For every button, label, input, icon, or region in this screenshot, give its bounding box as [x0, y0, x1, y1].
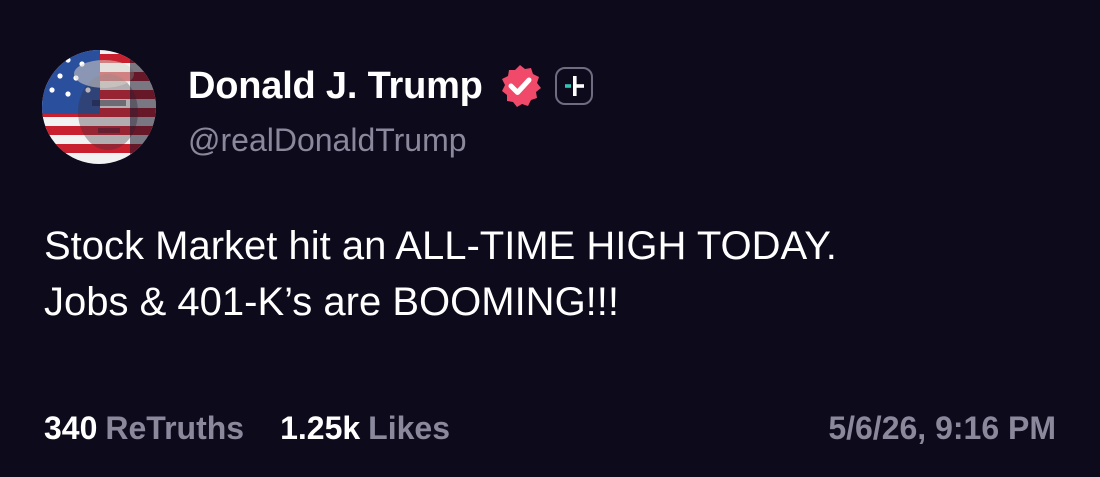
name-row: Donald J. Trump	[188, 60, 788, 112]
likes-stat[interactable]: 1.25k Likes	[280, 410, 450, 447]
post-body: Stock Market hit an ALL-TIME HIGH TODAY.…	[44, 218, 1054, 330]
user-handle[interactable]: @realDonaldTrump	[188, 122, 788, 159]
retruths-stat[interactable]: 340 ReTruths	[44, 410, 244, 447]
verified-badge-icon	[497, 63, 543, 109]
likes-label: Likes	[368, 409, 450, 446]
avatar[interactable]	[42, 50, 156, 164]
plus-badge-icon[interactable]	[554, 67, 593, 105]
likes-count: 1.25k	[280, 409, 361, 446]
post-text-line: Stock Market hit an ALL-TIME HIGH TODAY.	[44, 224, 837, 268]
retruths-count: 340	[44, 409, 98, 446]
retruths-label: ReTruths	[105, 409, 245, 446]
display-name[interactable]: Donald J. Trump	[188, 65, 483, 108]
post-stats: 340 ReTruths 1.25k Likes	[44, 406, 450, 450]
post-text-line: Jobs & 401-K’s are BOOMING!!!	[44, 280, 620, 324]
post-header: Donald J. Trump @realDonaldTrump	[188, 60, 788, 170]
post-timestamp[interactable]: 5/6/26, 9:16 PM	[828, 406, 1056, 450]
avatar-image	[42, 50, 156, 164]
truth-post: Donald J. Trump @realDonaldTrump Stock M…	[0, 0, 1100, 477]
